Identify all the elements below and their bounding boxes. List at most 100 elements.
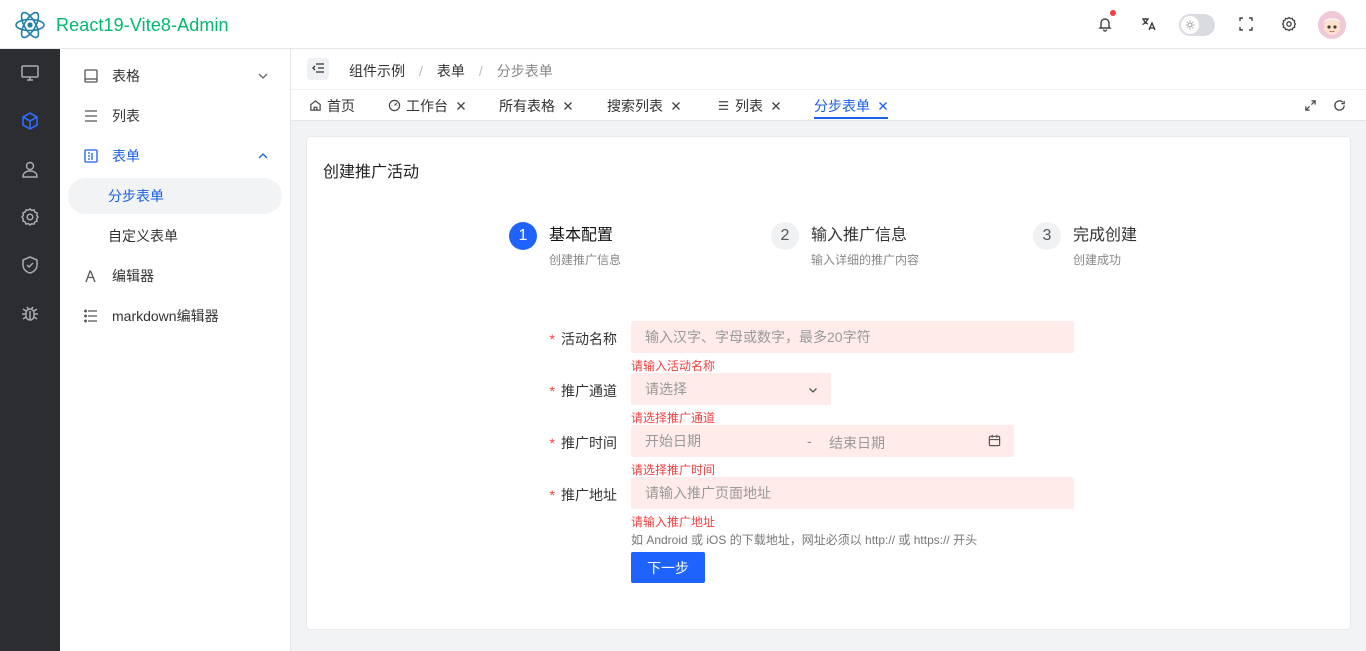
top-header: React19-Vite8-Admin [0,0,1366,49]
tab-label: 所有表格 [499,97,555,114]
menu-fold-icon [311,61,325,78]
breadcrumb-current: 分步表单 [496,63,553,79]
tab-workbench[interactable]: 工作台 [387,90,466,121]
close-icon[interactable] [563,101,573,111]
theme-toggle[interactable] [1179,14,1215,36]
collapse-menu-button[interactable] [307,58,329,80]
react-logo-icon [14,9,46,41]
icon-rail [0,49,60,651]
translate-icon [1140,16,1156,35]
shield-icon[interactable] [18,253,42,277]
end-date-placeholder[interactable]: 结束日期 [829,433,885,453]
menu-item-editor[interactable]: 编辑器 [68,258,282,294]
url-error: 请输入推广地址 [631,515,716,529]
time-label: * 推广时间 [549,435,617,451]
editor-icon [82,267,100,285]
gear-icon[interactable] [18,205,42,229]
channel-select[interactable]: 请选择 [631,373,831,405]
menu-item-custom-form[interactable]: 自定义表单 [68,218,282,254]
time-error: 请选择推广时间 [631,463,716,477]
activity-name-label: * 活动名称 [549,331,617,347]
chevron-up-icon [256,149,270,163]
breadcrumb-separator: / [478,63,483,79]
breadcrumb-item[interactable]: 组件示例 [349,61,405,81]
required-mark: * [549,383,555,399]
breadcrumb: 组件示例 / 表单 / 分步表单 [349,61,553,81]
next-button[interactable]: 下一步 [631,552,705,583]
bug-icon[interactable] [18,301,42,325]
tab-bar: 首页 工作台 所有表格 搜索列表 列表 分步表单 [291,90,1366,121]
monitor-icon[interactable] [18,61,42,85]
close-icon[interactable] [771,101,781,111]
cube-icon[interactable] [18,109,42,133]
maximize-tab-icon[interactable] [1303,98,1317,112]
menu-item-label: 自定义表单 [108,228,178,244]
required-mark: * [549,435,555,451]
menu-item-label: markdown编辑器 [112,308,219,324]
fullscreen-button[interactable] [1235,14,1257,36]
sun-icon [1181,16,1199,34]
chevron-down-icon [807,383,819,395]
tab-label: 首页 [327,97,355,114]
settings-icon [1281,16,1297,35]
menu-item-step-form[interactable]: 分步表单 [68,178,282,214]
side-menu: 表格 列表 表单 分步表单 自定义表单 编辑器 markdown编辑器 [60,49,291,651]
dashboard-icon [387,99,401,113]
breadcrumb-bar: 组件示例 / 表单 / 分步表单 [291,49,1366,90]
breadcrumb-item[interactable]: 表单 [437,61,465,81]
url-label: * 推广地址 [549,487,617,503]
activity-name-input[interactable]: 输入汉字、字母或数字，最多20字符 [631,321,1074,353]
tab-label: 列表 [735,97,763,114]
input-placeholder: 输入汉字、字母或数字，最多20字符 [645,329,871,345]
step-2: 2 输入推广信息 输入详细的推广内容 [771,222,919,268]
url-input[interactable]: 请输入推广页面地址 [631,477,1074,509]
card-title: 创建推广活动 [323,164,420,181]
close-icon[interactable] [456,101,466,111]
tab-all-tables[interactable]: 所有表格 [499,90,573,121]
step-3: 3 完成创建 创建成功 [1033,222,1137,268]
table-icon [82,67,100,85]
avatar[interactable] [1318,11,1346,39]
step-title: 基本配置 [549,227,614,244]
home-icon [308,99,322,113]
language-button[interactable] [1137,14,1159,36]
menu-item-list[interactable]: 列表 [68,98,282,134]
step-title: 输入推广信息 [811,227,908,244]
form-card: 创建推广活动 1 基本配置 创建推广信息 2 输入推广信息 输入详细的推广内容 … [306,136,1351,630]
channel-label: * 推广通道 [549,383,617,399]
menu-item-form[interactable]: 表单 [68,138,282,174]
settings-button[interactable] [1278,14,1300,36]
notification-button[interactable] [1094,10,1116,36]
brand[interactable]: React19-Vite8-Admin [14,9,229,41]
step-desc: 创建推广信息 [549,253,622,267]
list-icon [716,99,730,113]
close-icon[interactable] [878,101,888,111]
tab-list[interactable]: 列表 [716,90,781,121]
menu-item-table[interactable]: 表格 [68,58,282,94]
list-icon [82,107,100,125]
close-icon[interactable] [671,101,681,111]
tab-search-list[interactable]: 搜索列表 [607,90,681,121]
date-range-picker[interactable]: 开始日期 - 结束日期 [631,425,1014,457]
step-desc: 创建成功 [1073,253,1122,267]
form-icon [82,147,100,165]
app-title: React19-Vite8-Admin [56,14,229,35]
activity-name-error: 请输入活动名称 [631,359,716,373]
refresh-icon[interactable] [1332,98,1346,112]
tab-home[interactable]: 首页 [308,90,355,121]
url-help-text: 如 Android 或 iOS 的下载地址，网址必须以 http:// 或 ht… [631,533,978,547]
tab-label: 搜索列表 [607,97,663,114]
notification-dot [1110,10,1116,16]
step-desc: 输入详细的推广内容 [811,253,920,267]
menu-item-markdown-editor[interactable]: markdown编辑器 [68,298,282,334]
user-icon[interactable] [18,157,42,181]
select-placeholder: 请选择 [645,381,687,397]
breadcrumb-separator: / [419,63,423,79]
required-mark: * [549,487,555,503]
calendar-icon [988,434,1002,448]
start-date-placeholder[interactable]: 开始日期 [645,431,701,451]
menu-item-label: 列表 [112,108,140,124]
menu-item-label: 表格 [112,68,140,84]
tab-step-form[interactable]: 分步表单 [814,90,888,121]
channel-error: 请选择推广通道 [631,411,716,425]
